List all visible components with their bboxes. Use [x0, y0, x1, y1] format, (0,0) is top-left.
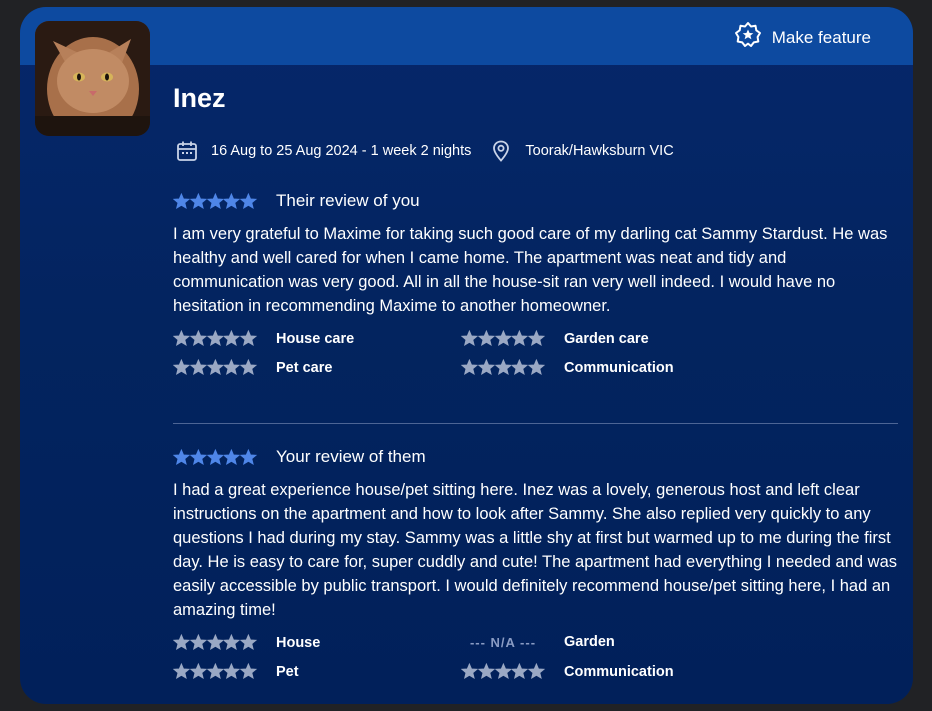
- your-review-stars: [173, 448, 257, 466]
- star-icon: [223, 448, 241, 465]
- rating-pet: Pet: [173, 663, 299, 680]
- their-review-text: I am very grateful to Maxime for taking …: [173, 225, 888, 315]
- star-icon: [206, 359, 224, 375]
- rating-stars: [461, 663, 545, 680]
- rating-stars: [461, 359, 545, 376]
- star-icon: [461, 330, 478, 346]
- star-icon: [461, 359, 478, 375]
- star-icon: [223, 330, 241, 346]
- rating-garden-care: Garden care: [461, 330, 649, 347]
- star-icon: [240, 330, 257, 346]
- star-icon: [494, 330, 512, 346]
- their-review-ratings: House care Garden care Pet care Communic…: [173, 330, 899, 388]
- star-icon: [206, 634, 224, 650]
- stay-meta: 16 Aug to 25 Aug 2024 - 1 week 2 nights …: [175, 139, 674, 163]
- rating-na: --- N/A ---: [469, 634, 537, 650]
- your-review-title: Your review of them: [276, 447, 426, 466]
- star-icon: [511, 663, 529, 679]
- star-icon: [189, 359, 207, 375]
- star-icon: [240, 448, 257, 465]
- rating-pet-care: Pet care: [173, 359, 332, 376]
- star-icon: [511, 330, 529, 346]
- your-review-text: I had a great experience house/pet sitti…: [173, 481, 897, 619]
- star-icon: [477, 359, 495, 375]
- stay-location: Toorak/Hawksburn VIC: [525, 143, 674, 159]
- calendar-icon: [175, 139, 199, 163]
- your-review-header: Your review of them: [173, 446, 899, 468]
- star-icon: [528, 359, 545, 375]
- star-icon: [494, 359, 512, 375]
- rating-communication: Communication: [461, 359, 674, 376]
- section-divider: [173, 423, 898, 424]
- star-icon: [240, 634, 257, 650]
- star-icon: [189, 634, 207, 650]
- star-icon: [528, 330, 545, 346]
- star-icon: [477, 663, 495, 679]
- star-icon: [189, 330, 207, 346]
- rating-communication: Communication: [461, 663, 674, 680]
- rating-house: House: [173, 634, 320, 651]
- review-card: Make feature Inez 16 Aug to 25 Aug 2024 …: [20, 7, 913, 704]
- star-icon: [223, 663, 241, 679]
- map-pin-icon: [489, 139, 513, 163]
- star-icon: [173, 448, 190, 465]
- stay-dates: 16 Aug to 25 Aug 2024 - 1 week 2 nights: [211, 143, 472, 159]
- rating-garden: --- N/A --- Garden: [461, 634, 615, 650]
- make-feature-label: Make feature: [771, 27, 871, 47]
- star-icon: [206, 663, 224, 679]
- star-icon: [223, 192, 241, 209]
- star-icon: [511, 359, 529, 375]
- star-icon: [477, 330, 495, 346]
- star-icon: [240, 663, 257, 679]
- rating-stars: [173, 634, 257, 651]
- star-icon: [206, 192, 224, 209]
- star-icon: [528, 663, 545, 679]
- rating-label: Garden care: [564, 330, 649, 347]
- card-header-bar: Make feature: [20, 7, 913, 65]
- their-review-stars: [173, 192, 257, 210]
- star-icon: [173, 634, 190, 650]
- star-icon: [189, 448, 207, 465]
- star-icon: [189, 192, 207, 209]
- avatar: [35, 21, 150, 136]
- rating-stars: [461, 330, 545, 347]
- rating-label: Pet: [276, 663, 299, 680]
- their-review-header: Their review of you: [173, 190, 899, 212]
- rating-stars: [173, 663, 257, 680]
- star-icon: [494, 663, 512, 679]
- your-review: Your review of them I had a great experi…: [173, 446, 899, 692]
- rating-label: House care: [276, 330, 355, 347]
- rating-house-care: House care: [173, 330, 354, 347]
- their-review: Their review of you I am very grateful t…: [173, 190, 899, 388]
- rating-label: Pet care: [276, 359, 333, 376]
- rating-stars: [173, 359, 257, 376]
- rating-label: House: [276, 634, 321, 651]
- badge-star-icon: [734, 21, 762, 54]
- make-feature-button[interactable]: Make feature: [734, 21, 871, 54]
- star-icon: [173, 663, 190, 679]
- your-review-ratings: House --- N/A --- Garden Pet Communicati…: [173, 634, 899, 692]
- their-review-title: Their review of you: [276, 191, 420, 210]
- reviewer-name: Inez: [173, 83, 226, 113]
- star-icon: [223, 634, 241, 650]
- rating-label: Garden: [564, 634, 615, 650]
- rating-stars: [173, 330, 257, 347]
- star-icon: [173, 359, 190, 375]
- star-icon: [173, 192, 190, 209]
- rating-label: Communication: [564, 359, 674, 376]
- star-icon: [223, 359, 241, 375]
- star-icon: [461, 663, 478, 679]
- star-icon: [206, 330, 224, 346]
- star-icon: [173, 330, 190, 346]
- star-icon: [240, 359, 257, 375]
- rating-label: Communication: [564, 663, 674, 680]
- star-icon: [240, 192, 257, 209]
- star-icon: [206, 448, 224, 465]
- star-icon: [189, 663, 207, 679]
